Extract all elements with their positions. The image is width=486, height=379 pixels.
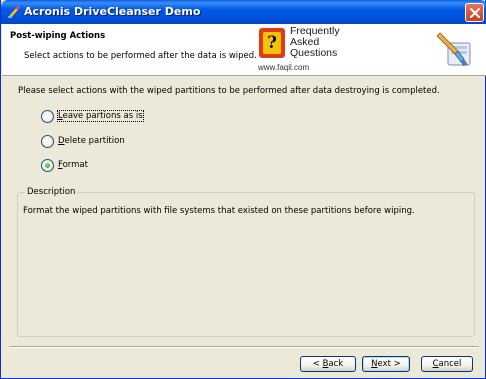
radio-button[interactable]: [41, 135, 54, 148]
page-subtitle: Select actions to be performed after the…: [24, 51, 257, 61]
description-legend: Description: [25, 187, 78, 197]
title-bar[interactable]: Acronis DriveCleanser Demo: [1, 0, 486, 24]
radio-button[interactable]: [41, 110, 54, 123]
radio-label[interactable]: Delete partition: [58, 136, 125, 146]
faq-watermark-logo: ? Frequently Asked Questions www.faqil.c…: [258, 26, 348, 74]
radio-button-selected[interactable]: [41, 159, 54, 172]
footer-divider: [9, 346, 479, 348]
window-title: Acronis DriveCleanser Demo: [24, 5, 201, 18]
radio-label[interactable]: Format: [58, 160, 88, 170]
radio-label[interactable]: Leave partions as is: [57, 110, 144, 122]
wizard-window: Acronis DriveCleanser Demo Post-wiping A…: [0, 0, 486, 379]
wizard-header: Post-wiping Actions Select actions to be…: [2, 24, 486, 76]
faq-logo-text: Frequently Asked Questions: [290, 25, 340, 59]
radio-selected-dot: [45, 163, 50, 168]
close-icon: [470, 8, 480, 18]
instruction-text: Please select actions with the wiped par…: [18, 86, 440, 96]
description-text: Format the wiped partitions with file sy…: [23, 206, 415, 216]
app-icon: [8, 6, 20, 19]
cancel-button[interactable]: Cancel: [421, 356, 473, 372]
faq-url: www.faqil.com: [258, 63, 310, 72]
paint-brush-icon: [436, 32, 471, 66]
page-title: Post-wiping Actions: [10, 31, 106, 41]
back-button[interactable]: < Back: [300, 356, 356, 372]
close-button[interactable]: [465, 3, 484, 22]
description-group: Description Format the wiped partitions …: [17, 187, 475, 337]
faq-badge-icon: ?: [259, 28, 285, 58]
next-button[interactable]: Next >: [362, 356, 410, 372]
